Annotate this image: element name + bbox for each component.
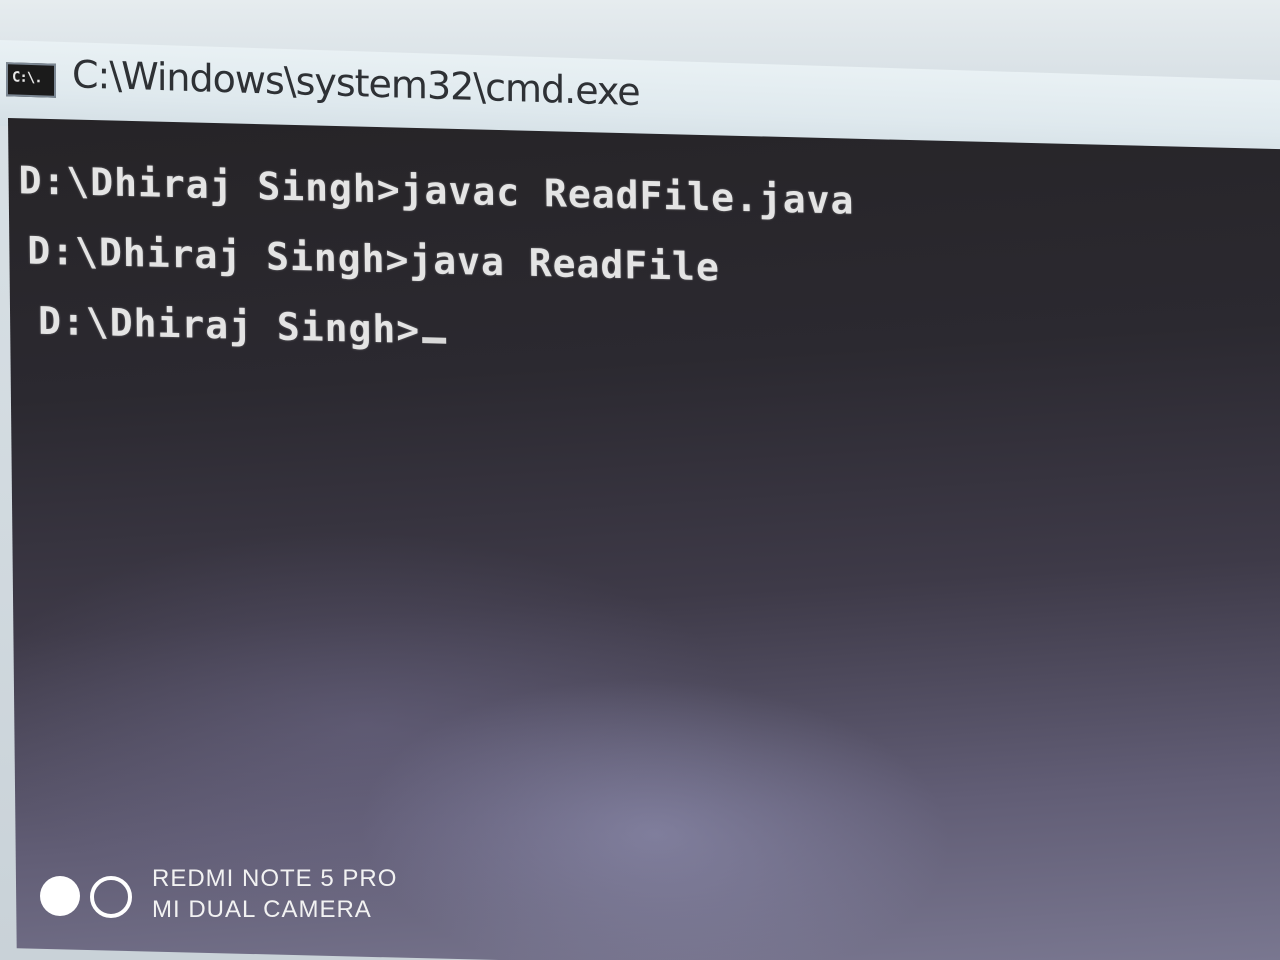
console-line: D:\Dhiraj Singh>java ReadFile xyxy=(27,228,721,290)
watermark-line-1: REDMI NOTE 5 PRO xyxy=(152,865,398,892)
console-line: D:\Dhiraj Singh>javac ReadFile.java xyxy=(18,158,855,223)
window-title: C:\Windows\system32\cmd.exe xyxy=(72,52,640,115)
console-prompt-line[interactable]: D:\Dhiraj Singh> xyxy=(37,298,447,353)
monitor-screen: C:\. C:\Windows\system32\cmd.exe D:\Dhir… xyxy=(0,0,1280,960)
ring-circle-icon xyxy=(90,876,132,918)
filled-circle-icon xyxy=(40,876,80,916)
console-prompt: D:\Dhiraj Singh> xyxy=(37,298,421,353)
console-output[interactable]: D:\Dhiraj Singh>javac ReadFile.java D:\D… xyxy=(8,118,1280,960)
text-cursor xyxy=(422,337,447,344)
watermark-line-2: MI DUAL CAMERA xyxy=(152,896,372,923)
cmd-icon-glyph: C:\. xyxy=(12,69,42,87)
cmd-icon[interactable]: C:\. xyxy=(6,62,56,98)
